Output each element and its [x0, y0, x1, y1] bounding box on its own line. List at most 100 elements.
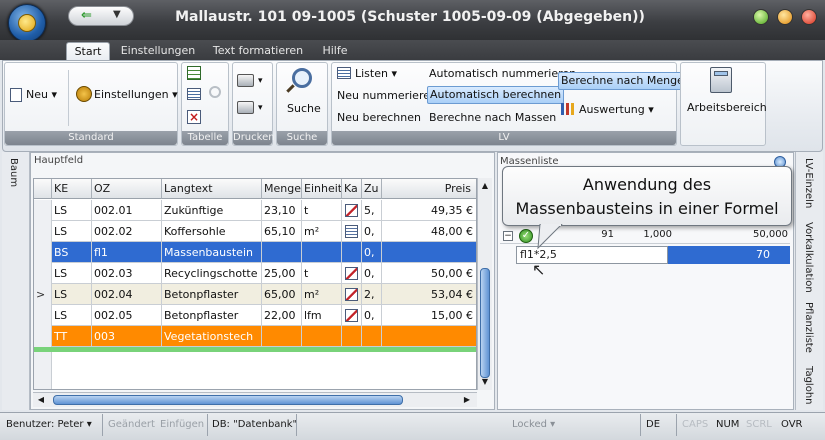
horizontal-scroll-thumb[interactable]: [53, 395, 403, 405]
cell-oz[interactable]: 003: [92, 326, 162, 347]
column-header-ke[interactable]: KE: [52, 179, 92, 199]
cell-langtext[interactable]: Massenbaustein: [162, 242, 262, 263]
scroll-down-icon[interactable]: ▼: [479, 376, 491, 388]
new-dropdown-icon[interactable]: ▾: [51, 88, 57, 101]
cell-menge[interactable]: 22,00: [262, 305, 302, 326]
cell-oz[interactable]: 002.03: [92, 263, 162, 284]
cell-zu[interactable]: 0,: [362, 221, 382, 242]
berechne-massen-button[interactable]: Berechne nach Massen: [429, 110, 556, 126]
cell-einheit[interactable]: [302, 326, 342, 347]
cell-langtext[interactable]: Vegetationstech: [162, 326, 262, 347]
cell-ke[interactable]: LS: [52, 305, 92, 326]
scroll-right-icon[interactable]: ▶: [461, 394, 473, 406]
tab-hilfe[interactable]: Hilfe: [318, 42, 352, 60]
cell-oz[interactable]: 002.02: [92, 221, 162, 242]
cell-menge[interactable]: [262, 242, 302, 263]
tab-pflanzliste[interactable]: Pflanzliste: [803, 302, 814, 353]
cell-langtext[interactable]: Zukünftige: [162, 200, 262, 221]
cell-einheit[interactable]: m²: [302, 221, 342, 242]
table-row[interactable]: TT 003 Vegetationstech: [34, 326, 476, 347]
edit-pen-icon[interactable]: [345, 288, 358, 301]
minimize-button[interactable]: [753, 9, 769, 25]
tab-vorkalkulation[interactable]: Vorkalkulation: [803, 222, 814, 293]
listen-dropdown-icon[interactable]: ▾: [391, 67, 397, 80]
cell-menge[interactable]: 23,10: [262, 200, 302, 221]
column-header-einheit[interactable]: Einheit: [302, 179, 342, 199]
status-locked[interactable]: Locked ▾: [512, 418, 555, 432]
cell-ka[interactable]: [342, 284, 362, 305]
baum-tab[interactable]: Baum: [8, 158, 19, 187]
cell-oz[interactable]: 002.05: [92, 305, 162, 326]
cell-ke[interactable]: LS: [52, 221, 92, 242]
application-menu-button[interactable]: [8, 4, 46, 42]
positions-grid[interactable]: KE OZ Langtext Menge Einheit Ka Zu Preis LS 002.0…: [33, 178, 477, 390]
cell-ka[interactable]: [342, 263, 362, 284]
cell-ka[interactable]: [342, 221, 362, 242]
cell-preis[interactable]: [382, 242, 476, 263]
cell-ka[interactable]: [342, 326, 362, 347]
table-row[interactable]: LS 002.03 Recyclingschotte 25,00 t 0, 50,00 €: [34, 263, 476, 284]
indent-icon[interactable]: [187, 88, 201, 100]
cell-menge[interactable]: [262, 326, 302, 347]
cell-ka[interactable]: [342, 305, 362, 326]
cell-ke[interactable]: TT: [52, 326, 92, 347]
calculator-sheet-icon[interactable]: [345, 225, 358, 238]
row-selector[interactable]: [34, 305, 52, 326]
berechne-menge-button[interactable]: Berechne nach Menge: [558, 72, 687, 90]
cell-langtext[interactable]: Betonpflaster: [162, 284, 262, 305]
cell-zu[interactable]: 0,: [362, 242, 382, 263]
cell-ke[interactable]: LS: [52, 263, 92, 284]
cell-preis[interactable]: [382, 326, 476, 347]
edit-pen-icon[interactable]: [345, 267, 358, 280]
cell-zu[interactable]: 2,: [362, 284, 382, 305]
scroll-up-icon[interactable]: ▲: [479, 180, 491, 192]
cell-ke[interactable]: LS: [52, 200, 92, 221]
grid-vertical-scrollbar[interactable]: ▲ ▼: [477, 178, 492, 390]
cell-preis[interactable]: 48,00 €: [382, 221, 476, 242]
settings-button[interactable]: Einstellungen ▾: [94, 87, 178, 103]
cell-oz[interactable]: 002.04: [92, 284, 162, 305]
cell-ke[interactable]: LS: [52, 284, 92, 305]
cell-zu[interactable]: 0,: [362, 305, 382, 326]
cell-langtext[interactable]: Betonpflaster: [162, 305, 262, 326]
grid-horizontal-scrollbar[interactable]: ◀ ▶: [33, 392, 477, 407]
listen-button[interactable]: Listen ▾: [355, 66, 397, 82]
close-button[interactable]: [801, 9, 817, 25]
vertical-scroll-thumb[interactable]: [480, 268, 490, 378]
insert-row-icon[interactable]: [187, 66, 201, 80]
qat-dropdown-icon[interactable]: ▼: [113, 9, 121, 20]
locked-dropdown-icon[interactable]: ▾: [550, 419, 555, 430]
column-header-menge[interactable]: Menge: [262, 179, 302, 199]
print-dropdown-icon[interactable]: ▾: [258, 73, 263, 89]
table-row[interactable]: LS 002.01 Zukünftige 23,10 t 5, 49,35 €: [34, 200, 476, 221]
table-row[interactable]: > LS 002.04 Betonpflaster 65,00 m² 2, 53,04 €: [34, 284, 476, 305]
cell-menge[interactable]: 65,00: [262, 284, 302, 305]
cell-oz[interactable]: fl1: [92, 242, 162, 263]
row-selector[interactable]: [34, 221, 52, 242]
cell-preis[interactable]: 53,04 €: [382, 284, 476, 305]
cell-einheit[interactable]: m²: [302, 284, 342, 305]
maximize-button[interactable]: [777, 9, 793, 25]
search-magnifier-icon[interactable]: [292, 68, 312, 88]
column-header-preis[interactable]: Preis: [382, 179, 476, 199]
cell-preis[interactable]: 49,35 €: [382, 200, 476, 221]
column-header-oz[interactable]: OZ: [92, 179, 162, 199]
tab-start[interactable]: Start: [66, 42, 110, 60]
cell-preis[interactable]: 15,00 €: [382, 305, 476, 326]
edit-pen-icon[interactable]: [345, 204, 358, 217]
table-row[interactable]: LS 002.02 Koffersohle 65,10 m² 0, 48,00 €: [34, 221, 476, 242]
user-dropdown-icon[interactable]: ▾: [87, 419, 92, 430]
print-preview-icon[interactable]: [237, 101, 254, 114]
scroll-left-icon[interactable]: ◀: [35, 394, 47, 406]
cell-langtext[interactable]: Recyclingschotte: [162, 263, 262, 284]
neu-nummerieren-button[interactable]: Neu nummerieren: [337, 88, 437, 104]
quick-access-toolbar[interactable]: ⇐ ▼: [68, 6, 134, 26]
row-selector[interactable]: >: [34, 284, 52, 305]
cell-ke[interactable]: BS: [52, 242, 92, 263]
cell-preis[interactable]: 50,00 €: [382, 263, 476, 284]
auto-nummerieren-button[interactable]: Automatisch nummerieren: [429, 66, 576, 82]
cell-einheit[interactable]: lfm: [302, 305, 342, 326]
arbeitsbereich-button[interactable]: Arbeitsbereich: [687, 100, 767, 116]
tab-einstellungen[interactable]: Einstellungen: [120, 42, 196, 60]
edit-pen-icon[interactable]: [345, 309, 358, 322]
